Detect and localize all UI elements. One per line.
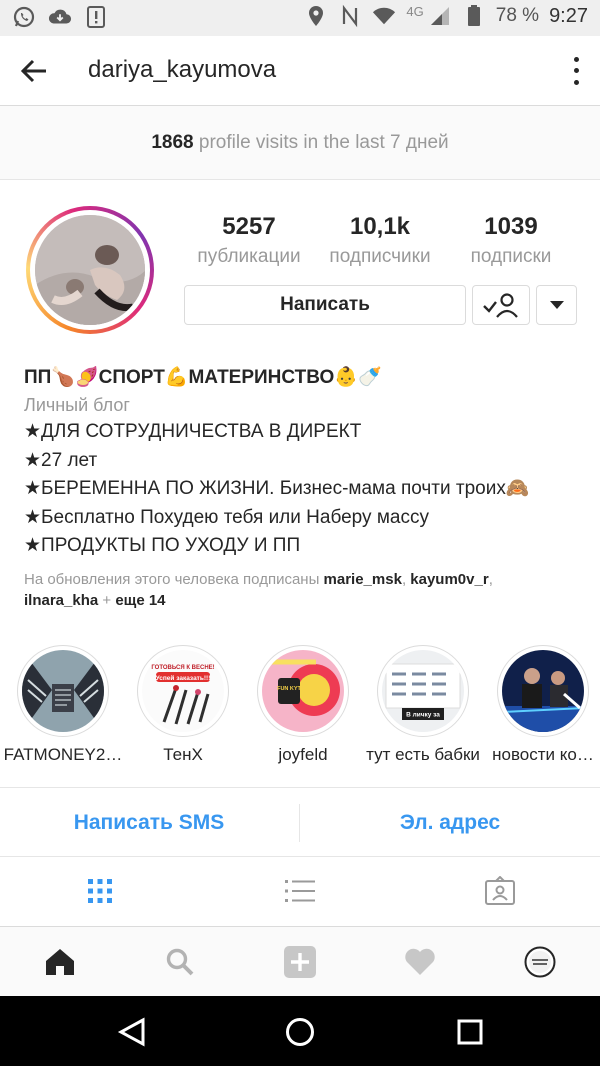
highlight-cta-text: Успей заказать!!!: [156, 674, 211, 682]
avatar[interactable]: [35, 215, 145, 325]
grid-view-tab[interactable]: [80, 876, 120, 906]
user-check-icon: [483, 293, 518, 318]
location-icon: [304, 4, 328, 28]
back-arrow-icon[interactable]: [16, 54, 52, 88]
nfc-icon: [338, 4, 362, 28]
separator: ,: [488, 570, 493, 588]
suggestions-dropdown[interactable]: [536, 285, 577, 325]
battery-icon: [462, 4, 486, 28]
highlight-cover: [502, 650, 584, 732]
bio-line: ★ДЛЯ СОТРУДНИЧЕСТВА В ДИРЕКТ: [24, 421, 362, 442]
list-icon: [285, 880, 315, 902]
story-highlights: FATMONEY2… ГОТОВЬСЯ К ВЕСНЕ! Успей заказа…: [0, 645, 600, 775]
heart-icon: [405, 948, 435, 975]
highlight-label: тут есть бабки: [366, 745, 480, 764]
plus-square-icon: [284, 946, 316, 978]
tagged-person-icon: [485, 876, 515, 905]
system-navigation-bar: [0, 996, 600, 1066]
followers-stat[interactable]: 10,1k подписчики: [315, 212, 445, 272]
highlight-label: joyfeld: [278, 745, 328, 764]
followed-by-user[interactable]: kayum0v_r: [410, 571, 488, 588]
followers-label: подписчики: [329, 246, 431, 267]
divider: [299, 804, 300, 842]
bio-line: ★27 лет: [24, 449, 98, 471]
posts-stat[interactable]: 5257 публикации: [184, 212, 314, 272]
following-button[interactable]: [472, 285, 530, 325]
profile-view-tabs: [0, 858, 600, 924]
bio-line: ★ПРОДУКТЫ ПО УХОДУ И ПП: [24, 535, 301, 556]
followed-by-prefix: На обновления этого человека подписаны: [24, 570, 320, 588]
highlight-banner-text: ГОТОВЬСЯ К ВЕСНЕ!: [151, 665, 214, 671]
following-count: 1039: [484, 213, 538, 240]
home-tab[interactable]: [40, 943, 80, 981]
recents-square-icon[interactable]: [452, 1014, 488, 1050]
home-icon: [46, 949, 74, 975]
app-header: dariya_kayumova: [0, 36, 600, 106]
message-button[interactable]: Написать: [184, 285, 466, 325]
create-post-tab[interactable]: [280, 943, 320, 981]
tagged-tab[interactable]: [480, 876, 520, 906]
followed-by-more[interactable]: еще 14: [115, 592, 165, 609]
highlight-label: ТенХ: [163, 745, 203, 764]
whatsapp-icon: [12, 5, 36, 29]
followed-by[interactable]: На обновления этого человека подписаны m…: [24, 569, 584, 611]
activity-tab[interactable]: [400, 943, 440, 981]
bio-category: Личный блог: [24, 395, 130, 415]
highlight-cover: FUN KYT: [262, 650, 344, 732]
wifi-icon: [372, 4, 396, 28]
bio-line: ★БЕРЕМЕННА ПО ЖИЗНИ. Бизнес-мама почти т…: [24, 478, 530, 499]
back-triangle-icon[interactable]: [114, 1014, 150, 1050]
profile-stats: 5257 публикации 10,1k подписчики 1039 по…: [184, 212, 576, 272]
contact-bar: Написать SMS Эл. адрес: [0, 787, 600, 857]
email-button[interactable]: Эл. адрес: [301, 788, 599, 858]
posts-count: 5257: [222, 213, 276, 240]
alert-icon: [84, 5, 108, 29]
clock: 9:27: [549, 4, 588, 27]
highlight-caption-text: В личку за: [406, 712, 440, 719]
battery-percent: 78 %: [495, 5, 540, 26]
network-type: 4G: [406, 3, 424, 19]
signal-icon: [428, 4, 452, 28]
bottom-navigation: [0, 926, 600, 996]
more-options-icon[interactable]: [566, 54, 586, 88]
followed-by-user[interactable]: marie_msk: [324, 571, 402, 588]
highlight-item[interactable]: новости ко…: [483, 645, 600, 766]
highlight-item[interactable]: FUN KYT joyfeld: [243, 645, 363, 766]
plus-sign: +: [102, 591, 112, 609]
search-tab[interactable]: [160, 943, 200, 981]
visits-count: 1868: [151, 132, 194, 153]
highlight-cover: ГОТОВЬСЯ К ВЕСНЕ! Успей заказать!!!: [142, 650, 224, 732]
following-stat[interactable]: 1039 подписки: [446, 212, 576, 272]
profile-avatar-icon: [524, 946, 556, 978]
followed-by-user[interactable]: ilnara_kha: [24, 592, 98, 609]
profile-visits-banner[interactable]: 1868 profile visits in the last 7 дней: [0, 106, 600, 180]
profile-bio: ПП🍗🍠СПОРТ💪МАТЕРИНСТВО👶🍼 Личный блог ★ДЛЯ…: [24, 364, 584, 611]
highlight-label: новости ко…: [492, 745, 594, 764]
avatar-story-ring[interactable]: [26, 206, 154, 334]
status-bar: 4G 78 % 9:27: [0, 0, 600, 36]
separator: ,: [401, 570, 407, 588]
grid-icon: [88, 879, 112, 903]
highlight-cover: [22, 650, 104, 732]
search-icon: [166, 948, 194, 976]
cloud-download-icon: [48, 5, 72, 29]
highlight-badge-text: FUN KYT: [277, 686, 301, 692]
followers-count: 10,1k: [349, 213, 411, 240]
visits-text: profile visits in the last 7 дней: [198, 132, 449, 153]
posts-label: публикации: [197, 246, 301, 267]
highlight-item[interactable]: FATMONEY2…: [3, 645, 123, 766]
chevron-down-icon: [549, 301, 564, 309]
profile-tab[interactable]: [520, 943, 560, 981]
list-view-tab[interactable]: [280, 876, 320, 906]
following-label: подписки: [470, 246, 552, 267]
profile-username: dariya_kayumova: [88, 56, 277, 83]
bio-name: ПП🍗🍠СПОРТ💪МАТЕРИНСТВО👶🍼: [24, 367, 382, 388]
highlight-item[interactable]: ГОТОВЬСЯ К ВЕСНЕ! Успей заказать!!! ТенХ: [123, 645, 243, 766]
highlight-cover: В личку за: [382, 650, 464, 732]
highlight-label: FATMONEY2…: [3, 745, 123, 764]
highlight-item[interactable]: В личку за тут есть бабки: [363, 645, 483, 766]
bio-line: ★Бесплатно Похудею тебя или Наберу массу: [24, 506, 429, 528]
home-circle-icon[interactable]: [282, 1014, 318, 1050]
sms-button[interactable]: Написать SMS: [0, 788, 298, 858]
